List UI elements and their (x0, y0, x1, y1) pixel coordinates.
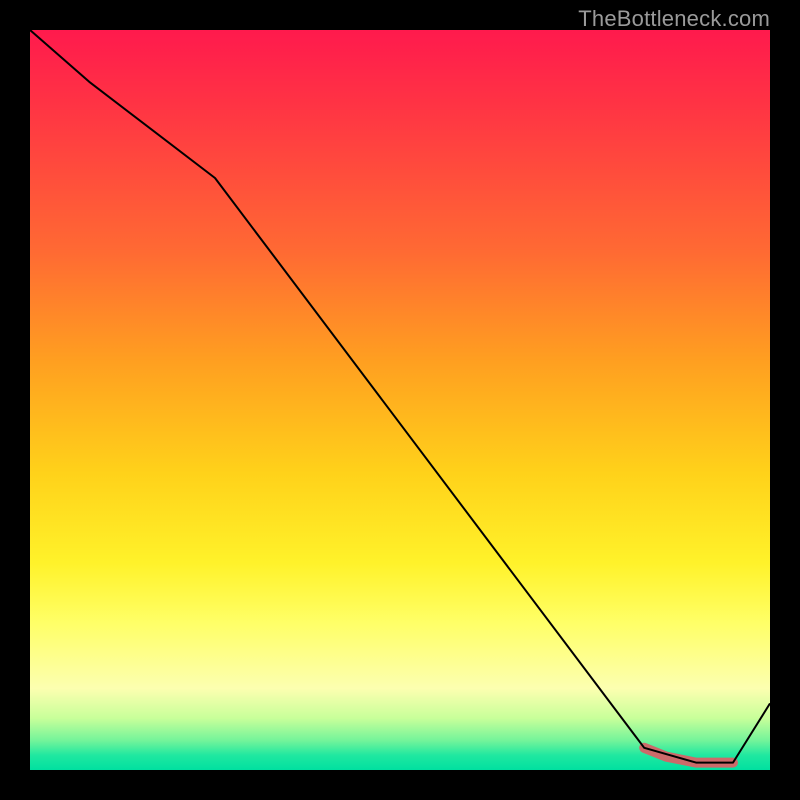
series-main-line (30, 30, 770, 763)
chart-overlay (30, 30, 770, 770)
series-group (30, 30, 770, 763)
watermark-text: TheBottleneck.com (578, 6, 770, 32)
chart-frame: TheBottleneck.com (0, 0, 800, 800)
